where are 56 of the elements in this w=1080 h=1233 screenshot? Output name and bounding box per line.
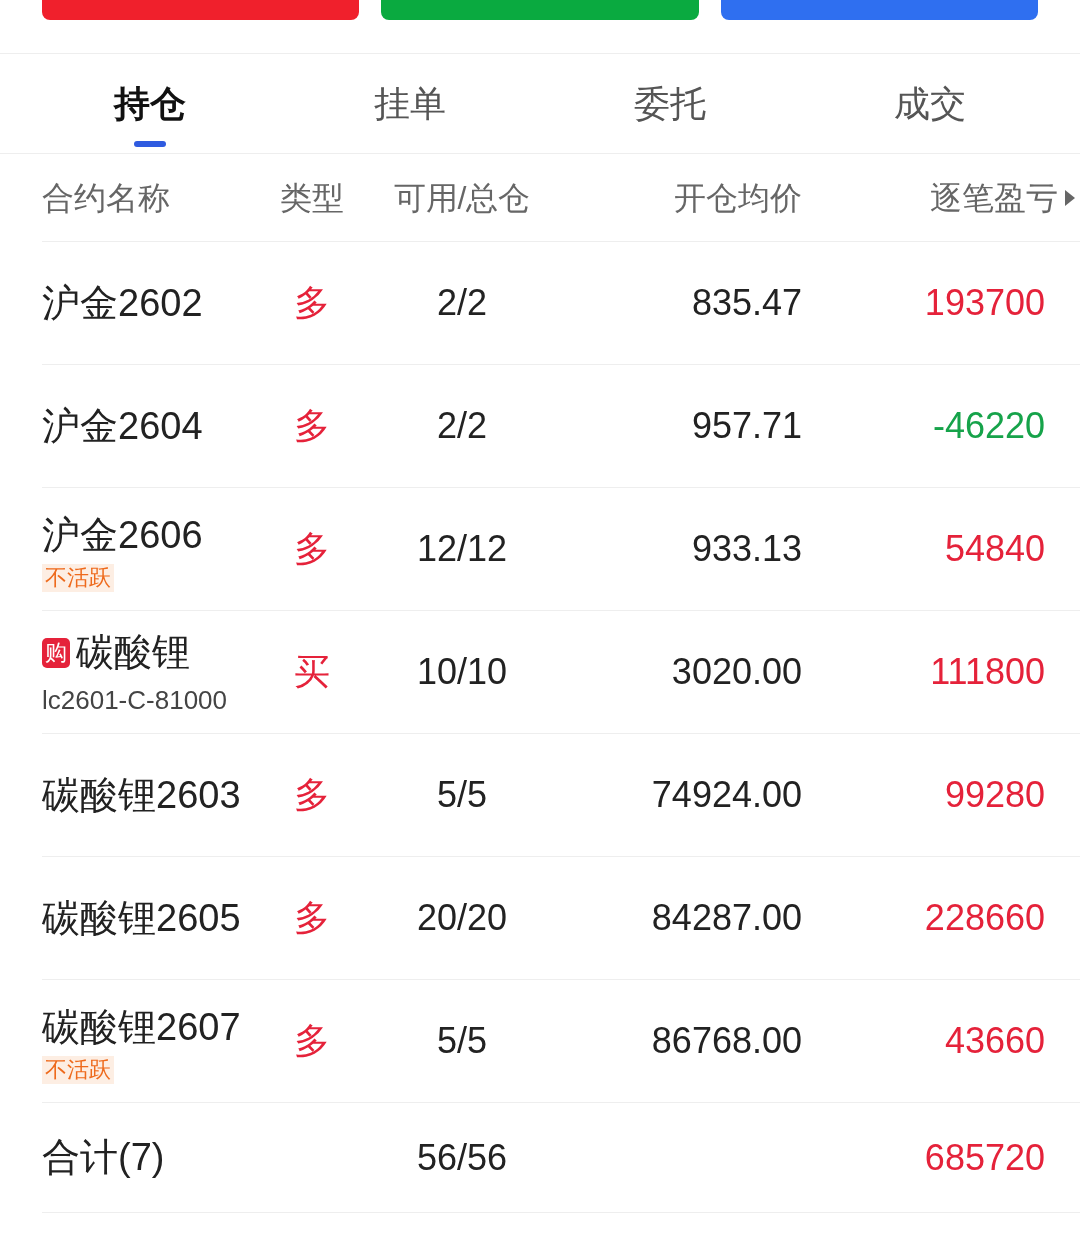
position-type: 多 (293, 896, 331, 940)
tab[interactable]: 成交 (894, 76, 966, 131)
position-type: 多 (293, 773, 331, 817)
position-type: 多 (293, 1019, 331, 1063)
table-cell-text: 5/5 (435, 1019, 488, 1063)
profit-loss: 228660 (924, 896, 1045, 940)
table-cell-text: 933.13 (690, 527, 802, 571)
table-cell-text: 2/2 (435, 281, 488, 325)
column-header: 开仓均价 (673, 178, 802, 218)
tab[interactable]: 委托 (634, 76, 706, 131)
table-cell-text: 20/20 (415, 896, 509, 940)
table-cell-text: 957.71 (690, 404, 802, 448)
tab[interactable]: 持仓 (114, 76, 186, 131)
inactive-tag: 不活跃 (42, 1055, 114, 1084)
profit-loss: 43660 (944, 1019, 1045, 1063)
position-type: 多 (293, 527, 331, 571)
contract-name: 碳酸锂2607 (42, 1004, 241, 1050)
tab-indicator (134, 141, 166, 147)
table-cell-text: 2/2 (435, 404, 488, 448)
profit-loss: -46220 (932, 404, 1045, 448)
table-cell-text: 3020.00 (670, 650, 802, 694)
position-type: 买 (293, 650, 331, 694)
contract-name: 沪金2602 (42, 280, 203, 326)
table-cell-text: 84287.00 (650, 896, 802, 940)
action-button[interactable] (720, 0, 1038, 20)
caret-icon[interactable] (1064, 188, 1076, 207)
contract-name: 碳酸锂2603 (42, 772, 241, 818)
inactive-tag: 不活跃 (42, 563, 114, 592)
contract-name: 沪金2606 (42, 512, 203, 558)
total-label: 合计(7) (42, 1135, 166, 1180)
table-cell-text: 10/10 (415, 650, 509, 694)
profit-loss: 193700 (924, 281, 1045, 325)
table-cell-text: 835.47 (690, 281, 802, 325)
column-header: 类型 (279, 178, 345, 218)
contract-code: lc2601-C-81000 (42, 684, 228, 717)
table-cell-text: 56/56 (415, 1135, 509, 1180)
position-type: 多 (293, 281, 331, 325)
badge: 购 (42, 637, 70, 668)
table-cell-text: 86768.00 (650, 1019, 802, 1063)
profit-loss: 685720 (924, 1135, 1045, 1180)
table-cell-text: 12/12 (415, 527, 509, 571)
action-button[interactable] (42, 0, 360, 20)
action-button[interactable] (381, 0, 699, 20)
table-cell-text: 74924.00 (650, 773, 802, 817)
contract-name: 碳酸锂2605 (42, 895, 241, 941)
column-header: 合约名称 (42, 178, 171, 218)
tab[interactable]: 挂单 (374, 76, 446, 131)
contract-name: 沪金2604 (42, 403, 203, 449)
profit-loss: 54840 (944, 527, 1045, 571)
profit-loss: 99280 (944, 773, 1045, 817)
table-cell-text: 5/5 (435, 773, 488, 817)
contract-name: 碳酸锂 (76, 630, 190, 675)
position-type: 多 (293, 404, 331, 448)
column-header: 逐笔盈亏 (930, 178, 1058, 218)
column-header: 可用/总仓 (392, 178, 532, 218)
profit-loss: 111800 (930, 650, 1045, 694)
